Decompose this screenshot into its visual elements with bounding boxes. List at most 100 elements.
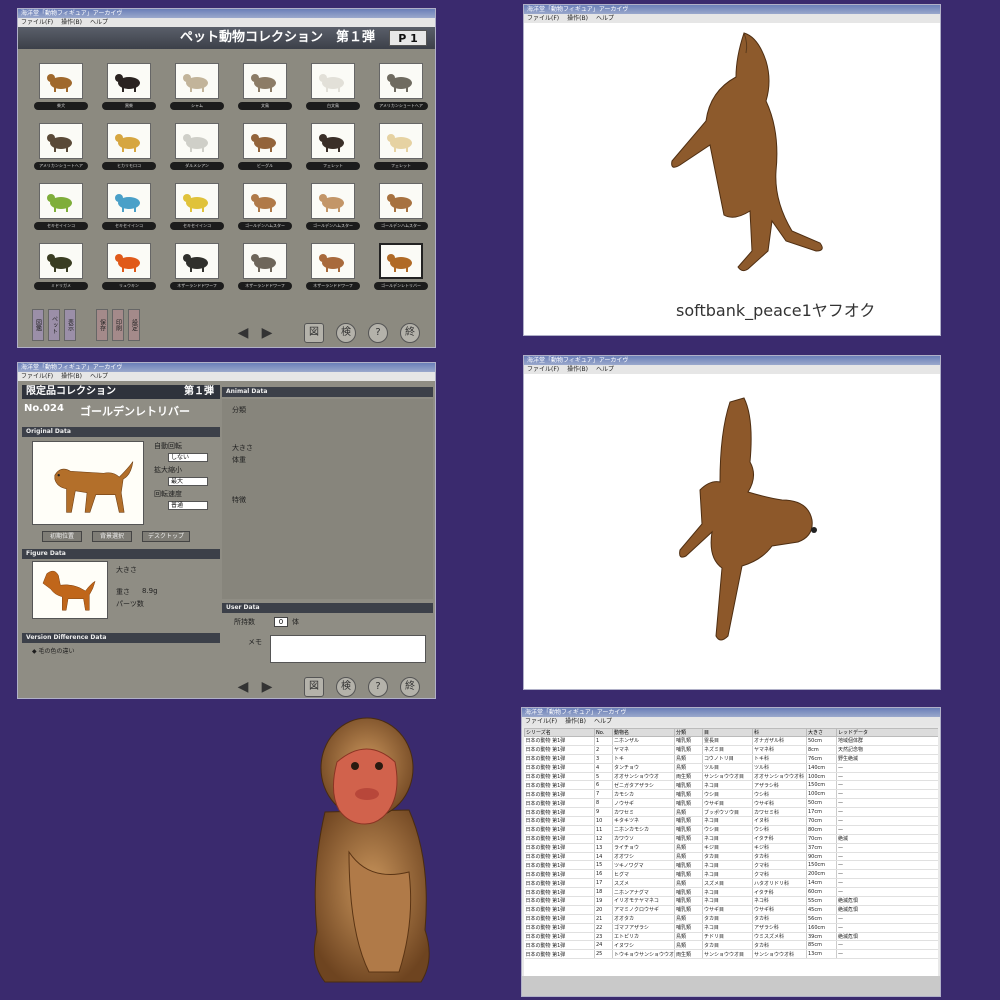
dog-3d-top-view-icon[interactable] [664, 392, 844, 672]
figure-thumbnail[interactable] [379, 243, 423, 279]
prev-arrow[interactable]: ◀ [234, 677, 252, 697]
desktop-button[interactable]: デスクトップ [142, 531, 190, 542]
next-arrow[interactable]: ▶ [258, 677, 276, 697]
menu-help[interactable]: ヘルプ [594, 717, 612, 726]
figure-thumbnail[interactable] [243, 183, 287, 219]
side-button-zukan[interactable]: 図鑑 [32, 309, 44, 341]
column-header[interactable]: シリーズ名 [524, 728, 595, 737]
figure-tile[interactable]: ゴールデンハムスター [374, 183, 428, 235]
table-row[interactable]: 日本の動物 第1弾 12 カワウソ 哺乳類 ネコ目 イタチ科 70cm 絶滅 [524, 834, 938, 844]
table-row[interactable]: 日本の動物 第1弾 4 タンチョウ 鳥類 ツル目 ツル科 140cm — [524, 763, 938, 773]
figure-tile[interactable]: セキセイインコ [34, 183, 88, 235]
figure-thumbnail[interactable] [39, 243, 83, 279]
menu-operate[interactable]: 操作(B) [565, 717, 586, 726]
next-page-arrow[interactable]: ▶ [258, 323, 276, 343]
zoom-select[interactable]: 最大 [168, 477, 208, 486]
table-row[interactable]: 日本の動物 第1弾 16 ヒグマ 哺乳類 ネコ目 クマ科 200cm — [524, 869, 938, 880]
side-button-settings[interactable]: 設定 [128, 309, 140, 341]
table-row[interactable]: 日本の動物 第1弾 23 エトピリカ 鳥類 チドリ目 ウミスズメ科 39cm 絶滅危惧 [524, 932, 938, 942]
menu-file[interactable]: ファイル(F) [527, 14, 559, 23]
table-row[interactable]: 日本の動物 第1弾 18 ニホンアナグマ 哺乳類 ネコ目 イタチ科 60cm — [524, 887, 938, 898]
figure-tile[interactable]: ビーグル [238, 123, 292, 175]
menu-file[interactable]: ファイル(F) [527, 365, 559, 374]
figure-tile[interactable]: 文鳥 [238, 63, 292, 115]
figure-tile[interactable]: ダルメシアン [170, 123, 224, 175]
figure-thumbnail[interactable] [39, 63, 83, 99]
column-header[interactable]: 分類 [674, 728, 703, 737]
table-row[interactable]: 日本の動物 第1弾 5 オオサンショウウオ 両生類 サンショウウオ目 オオサンショウウオ科… [524, 772, 938, 782]
table-row[interactable]: 日本の動物 第1弾 13 ライチョウ 鳥類 キジ目 キジ科 37cm — [524, 843, 938, 853]
auto-rotate-select[interactable]: しない [168, 453, 208, 462]
side-button-pet[interactable]: ペット [48, 309, 60, 341]
view-button[interactable]: 図 [304, 323, 324, 343]
menu-operate[interactable]: 操作(B) [61, 18, 82, 27]
figure-thumbnail[interactable] [175, 243, 219, 279]
column-header[interactable]: 目 [702, 728, 753, 737]
prev-page-arrow[interactable]: ◀ [234, 323, 252, 343]
exit-button[interactable]: 終 [400, 323, 420, 343]
figure-thumbnail[interactable] [243, 243, 287, 279]
figure-thumbnail[interactable] [175, 123, 219, 159]
view-button[interactable]: 図 [304, 677, 324, 697]
figure-thumbnail[interactable] [107, 183, 151, 219]
menu-operate[interactable]: 操作(B) [567, 365, 588, 374]
search-button[interactable]: 検 [336, 677, 356, 697]
figure-tile[interactable]: 柴犬 [34, 63, 88, 115]
figure-tile[interactable]: ネザーランドドワーフ [306, 243, 360, 295]
figure-thumbnail[interactable] [311, 123, 355, 159]
help-button[interactable]: ? [368, 677, 388, 697]
figure-thumbnail[interactable] [175, 63, 219, 99]
figure-tile[interactable]: セキセイインコ [102, 183, 156, 235]
figure-tile[interactable]: ネザーランドドワーフ [238, 243, 292, 295]
table-row[interactable]: 日本の動物 第1弾 11 ニホンカモシカ 哺乳類 ウシ目 ウシ科 80cm — [524, 825, 938, 835]
table-row[interactable]: 日本の動物 第1弾 19 イリオモテヤマネコ 哺乳類 ネコ目 ネコ科 55cm 絶滅危惧 [524, 896, 938, 906]
figure-tile[interactable]: 黒柴 [102, 63, 156, 115]
dog-3d-model-icon[interactable] [624, 25, 864, 295]
figure-tile[interactable]: ミドリガメ [34, 243, 88, 295]
figure-tile[interactable]: ゴールデンハムスター [306, 183, 360, 235]
memo-field[interactable] [270, 635, 426, 663]
figure-tile[interactable]: フェレット [306, 123, 360, 175]
figure-thumbnail[interactable] [39, 183, 83, 219]
figure-tile[interactable]: セキセイインコ [170, 183, 224, 235]
side-button-display[interactable]: 表示 [64, 309, 76, 341]
figure-tile[interactable]: ネザーランドドワーフ [170, 243, 224, 295]
figure-thumbnail[interactable] [311, 243, 355, 279]
figure-thumbnail[interactable] [311, 63, 355, 99]
owned-count-field[interactable]: 0 [274, 617, 288, 627]
figure-tile[interactable]: ゴールデンレトリバー [374, 243, 428, 295]
figure-tile[interactable]: 白文鳥 [306, 63, 360, 115]
column-header[interactable]: 大きさ [806, 728, 837, 737]
figure-tile[interactable]: ゴールデンハムスター [238, 183, 292, 235]
exit-button[interactable]: 終 [400, 677, 420, 697]
table-row[interactable]: 日本の動物 第1弾 6 ゼニガタアザラシ 哺乳類 ネコ目 アザラシ科 150cm — [524, 780, 938, 791]
figure-thumbnail[interactable] [39, 123, 83, 159]
table-row[interactable]: 日本の動物 第1弾 7 カモシカ 哺乳類 ウシ目 ウシ科 100cm — [524, 789, 938, 800]
menu-file[interactable]: ファイル(F) [21, 18, 53, 27]
figure-thumbnail[interactable] [379, 123, 423, 159]
menu-help[interactable]: ヘルプ [596, 365, 614, 374]
figure-thumbnail[interactable] [379, 63, 423, 99]
table-row[interactable]: 日本の動物 第1弾 25 トウキョウサンショウウオ 両生類 サンショウウオ目 サンショウウ… [524, 949, 938, 960]
figure-thumbnail[interactable] [107, 63, 151, 99]
table-row[interactable]: 日本の動物 第1弾 1 ニホンザル 哺乳類 霊長目 オナガザル科 50cm 地域個体群 [524, 736, 938, 746]
figure-thumbnail[interactable] [379, 183, 423, 219]
reset-position-button[interactable]: 初期位置 [42, 531, 82, 542]
menu-help[interactable]: ヘルプ [90, 372, 108, 381]
figure-thumbnail[interactable] [107, 123, 151, 159]
figure-thumbnail[interactable] [243, 63, 287, 99]
table-row[interactable]: 日本の動物 第1弾 22 ゴマフアザラシ 哺乳類 ネコ目 アザラシ科 160cm — [524, 923, 938, 933]
rotate-speed-select[interactable]: 普通 [168, 501, 208, 510]
table-row[interactable]: 日本の動物 第1弾 9 カワセミ 鳥類 ブッポウソウ目 カワセミ科 17cm — [524, 807, 938, 818]
table-row[interactable]: 日本の動物 第1弾 14 オオワシ 鳥類 タカ目 タカ科 90cm — [524, 852, 938, 862]
figure-tile[interactable]: アメリカンショートヘア [374, 63, 428, 115]
table-row[interactable]: 日本の動物 第1弾 8 ノウサギ 哺乳類 ウサギ目 ウサギ科 50cm — [524, 798, 938, 809]
figure-tile[interactable]: ヒカリモロコ [102, 123, 156, 175]
figure-thumbnail[interactable] [107, 243, 151, 279]
column-header[interactable]: No. [594, 728, 613, 737]
figure-tile[interactable]: リュウキン [102, 243, 156, 295]
side-button-print[interactable]: 印刷 [112, 309, 124, 341]
figure-tile[interactable]: フェレット [374, 123, 428, 175]
figure-thumbnail[interactable] [311, 183, 355, 219]
table-row[interactable]: 日本の動物 第1弾 2 ヤマネ 哺乳類 ネズミ目 ヤマネ科 8cm 天然記念物 [524, 745, 938, 755]
